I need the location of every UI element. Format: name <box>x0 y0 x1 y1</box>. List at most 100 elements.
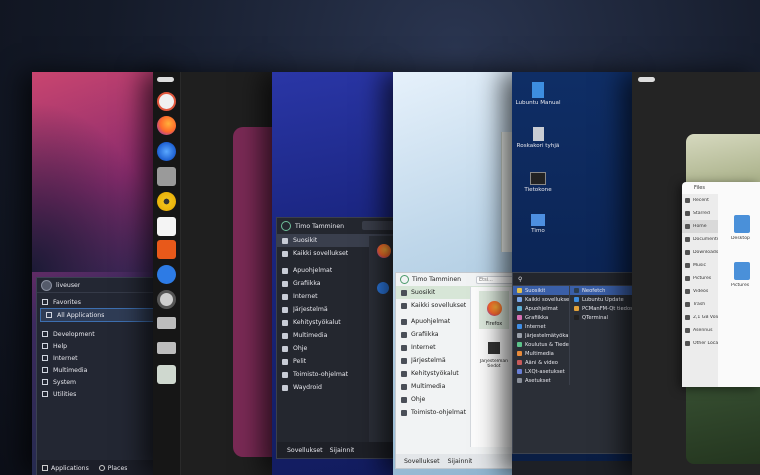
list-item[interactable]: Koulutus & Tiede <box>513 340 569 349</box>
list-item[interactable]: Internet <box>513 322 569 331</box>
tab-places[interactable]: Places <box>98 465 127 472</box>
settings-icon[interactable] <box>157 290 176 309</box>
clock-app-icon[interactable] <box>157 92 176 111</box>
list-item[interactable]: Asetukset <box>513 376 569 385</box>
list-item-label: PCManFM-Qt tiedostonhallinta <box>582 305 635 312</box>
list-item[interactable]: Apuohjelmat <box>513 304 569 313</box>
desktop-icon-computer[interactable]: Tietokone <box>518 172 558 193</box>
list-item-label: Internet <box>411 344 436 351</box>
app-tile-system-info[interactable]: Järjestelmän tiedot <box>479 333 509 371</box>
list-item[interactable]: LXQt-asetukset <box>513 367 569 376</box>
workspace-indicator[interactable] <box>157 77 174 82</box>
list-item[interactable]: Documents <box>682 233 718 246</box>
search-input[interactable]: ⚲ <box>513 273 637 286</box>
list-item[interactable]: Multimedia <box>513 349 569 358</box>
search-input[interactable]: Etsi... <box>476 275 514 284</box>
workspace-panel-gnome: Files Recent Starred Home Documents Download… <box>632 72 760 475</box>
category-icon <box>517 351 522 356</box>
app-tile-firefox[interactable]: Firefox <box>479 291 509 329</box>
list-item[interactable]: Internet <box>37 352 172 364</box>
list-item[interactable]: Järjestelmätyökalut <box>513 331 569 340</box>
avatar[interactable] <box>41 279 52 291</box>
folder-icon[interactable] <box>734 262 750 280</box>
trash-icon[interactable] <box>157 365 176 384</box>
list-item[interactable]: Utilities <box>37 388 172 400</box>
list-item-label: Kehitystyökalut <box>293 319 341 326</box>
firefox-icon[interactable] <box>157 116 176 135</box>
list-item-label: Järjestelmä <box>293 306 328 313</box>
writer-icon[interactable] <box>157 217 176 236</box>
list-item[interactable]: Home <box>682 220 718 233</box>
list-item[interactable]: Recent <box>682 194 718 207</box>
list-item[interactable]: PCManFM-Qt tiedostonhallinta <box>570 304 635 313</box>
list-item[interactable]: Neofetch <box>570 286 635 295</box>
avatar[interactable] <box>400 275 409 284</box>
category-icon <box>517 378 522 383</box>
chrome-icon[interactable] <box>377 282 389 294</box>
list-item[interactable]: Asennus <box>682 324 718 337</box>
list-item[interactable]: Pictures <box>682 272 718 285</box>
drive-icon[interactable] <box>157 342 176 354</box>
list-item[interactable]: Starred <box>682 207 718 220</box>
workspace-panel-blue: Timo Tamminen Suosikit Kaikki sovellukset… <box>272 72 397 475</box>
tab-applications[interactable]: Applications <box>42 465 89 472</box>
list-item[interactable]: QTerminal <box>570 313 635 322</box>
list-item[interactable]: Help <box>37 340 172 352</box>
workspace-indicator[interactable] <box>638 77 655 82</box>
desktop-icon-home[interactable]: Timo <box>518 214 558 234</box>
list-item[interactable]: Lubuntu Update <box>570 295 635 304</box>
desktop-icon-trash[interactable]: Roskakori tyhjä <box>517 127 559 149</box>
tab-sijainnit[interactable]: Sijainnit <box>330 447 355 454</box>
files-window: Files Recent Starred Home Documents Download… <box>682 182 760 387</box>
tab-sijainnit[interactable]: Sijainnit <box>448 458 473 465</box>
firefox-icon[interactable] <box>377 244 391 258</box>
category-icon <box>401 357 407 364</box>
files-sidebar: Recent Starred Home Documents Downloads Music… <box>682 194 718 387</box>
avatar[interactable] <box>281 221 291 231</box>
application-menu: Timo Tamminen Suosikit Kaikki sovellukset… <box>276 217 397 459</box>
list-item-label: Music <box>693 263 707 268</box>
firefox-icon <box>486 301 502 316</box>
folder-icon[interactable] <box>734 215 750 233</box>
tab-sovellukset[interactable]: Sovellukset <box>404 458 440 465</box>
drive-icon[interactable] <box>157 317 176 329</box>
list-item[interactable]: Multimedia <box>37 364 172 376</box>
dock <box>153 72 181 475</box>
list-item[interactable]: Trash <box>682 298 718 311</box>
category-icon <box>42 367 48 373</box>
list-item-label: Trash <box>693 302 706 307</box>
list-item-label: Internet <box>53 354 78 362</box>
list-item-label: Toimisto-ohjelmat <box>293 371 349 378</box>
list-item[interactable]: Favorites <box>37 296 172 308</box>
list-item[interactable]: Ääni & video <box>513 358 569 367</box>
search-input[interactable] <box>362 221 396 230</box>
list-item[interactable]: 2,1 GB Volume <box>682 311 718 324</box>
rhythmbox-icon[interactable] <box>157 192 176 211</box>
compass-icon <box>98 465 105 471</box>
list-item[interactable]: Music <box>682 259 718 272</box>
files-icon[interactable] <box>157 167 176 186</box>
list-item-label: Documents <box>693 237 718 242</box>
list-item-label: Koulutus & Tiede <box>525 341 569 348</box>
list-item[interactable]: Other Locations <box>682 337 718 350</box>
desktop-icon-manual[interactable]: Lubuntu Manual <box>515 82 561 106</box>
tab-sovellukset[interactable]: Sovellukset <box>287 447 323 454</box>
list-item[interactable]: Suosikit <box>513 286 569 295</box>
list-item[interactable]: All Applications <box>40 308 169 322</box>
list-item[interactable]: System <box>37 376 172 388</box>
category-icon <box>42 343 48 349</box>
app-list: Neofetch Lubuntu Update PCManFM-Qt tiedost… <box>569 286 635 385</box>
list-item[interactable]: Development <box>37 328 172 340</box>
folder-label: Desktop <box>731 236 750 241</box>
thunderbird-icon[interactable] <box>157 142 176 161</box>
list-item[interactable]: Videos <box>682 285 718 298</box>
list-item[interactable]: Downloads <box>682 246 718 259</box>
list-item[interactable]: Grafiikka <box>513 313 569 322</box>
help-icon[interactable] <box>157 265 176 284</box>
category-icon <box>517 288 522 293</box>
category-icon <box>401 383 407 390</box>
place-icon <box>685 289 690 294</box>
list-item[interactable]: Kaikki sovellukset <box>513 295 569 304</box>
software-icon[interactable] <box>157 240 176 259</box>
list-item-label: Help <box>53 342 68 350</box>
